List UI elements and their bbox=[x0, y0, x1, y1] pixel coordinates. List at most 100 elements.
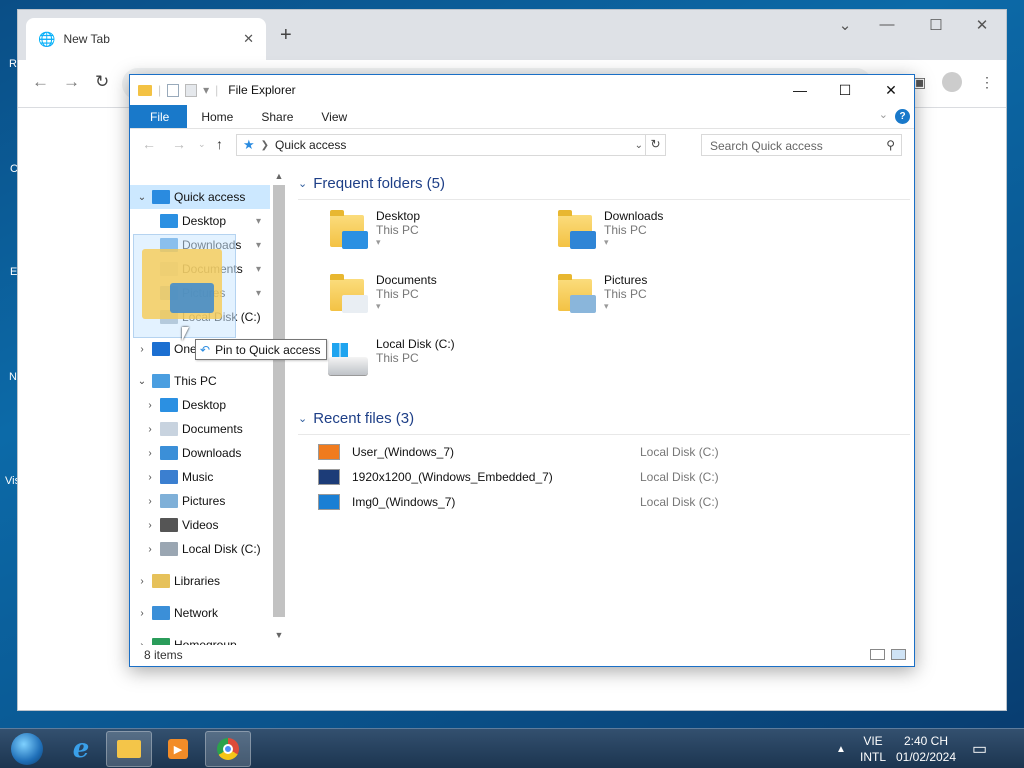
properties-icon[interactable] bbox=[167, 83, 180, 97]
chevron-right-icon[interactable]: › bbox=[136, 608, 148, 619]
recent-file-row[interactable]: 1920x1200_(Windows_Embedded_7) Local Disk… bbox=[318, 466, 898, 488]
sidebar-item[interactable]: › Pictures bbox=[130, 489, 225, 513]
chevron-right-icon[interactable]: › bbox=[144, 448, 156, 459]
tile-location: This PC bbox=[376, 351, 419, 365]
details-view-icon[interactable] bbox=[870, 649, 885, 660]
address-bar[interactable]: ★ ❯ Quick access ⌄ ↻ bbox=[236, 134, 666, 156]
navigation-bar: ← → ⌄ ↑ ★ ❯ Quick access ⌄ ↻ Search Quic… bbox=[130, 129, 914, 161]
sidebar-item-label: Quick access bbox=[174, 190, 246, 204]
scroll-down-icon[interactable]: ▼ bbox=[271, 630, 287, 640]
scrollbar-thumb[interactable] bbox=[273, 185, 285, 617]
sidebar-item[interactable]: › Videos bbox=[130, 513, 218, 537]
new-folder-icon[interactable] bbox=[185, 83, 198, 97]
breadcrumb-separator-icon[interactable]: ❯ bbox=[261, 140, 269, 151]
tab-home[interactable]: Home bbox=[187, 105, 247, 128]
sidebar-item[interactable]: › Libraries bbox=[130, 569, 220, 593]
sidebar-item[interactable]: ⌄ Quick access bbox=[130, 185, 270, 209]
taskbar-media-player[interactable]: ▶ bbox=[155, 731, 201, 767]
tab-title: New Tab bbox=[63, 32, 110, 46]
minimize-button[interactable]: — bbox=[777, 75, 823, 105]
maximize-button[interactable]: ☐ bbox=[921, 16, 951, 34]
forward-arrow-icon[interactable]: → bbox=[63, 72, 80, 92]
reload-icon[interactable]: ↻ bbox=[95, 72, 109, 92]
close-icon[interactable]: ✕ bbox=[243, 31, 254, 47]
back-arrow-icon[interactable]: ← bbox=[142, 136, 156, 152]
folder-tile[interactable]: Documents This PC ▾ bbox=[326, 273, 437, 315]
tab-search-icon[interactable]: ⌄ bbox=[830, 16, 860, 34]
show-hidden-icons-icon[interactable]: ▲ bbox=[836, 729, 846, 768]
taskbar-chrome[interactable] bbox=[205, 731, 251, 767]
mouse-cursor-icon bbox=[182, 327, 189, 341]
chevron-right-icon[interactable]: › bbox=[136, 344, 148, 355]
pin-icon: ▾ bbox=[256, 215, 262, 227]
recent-locations-icon[interactable]: ⌄ bbox=[198, 139, 206, 150]
chevron-right-icon[interactable]: › bbox=[144, 424, 156, 435]
search-icon: ⚲ bbox=[886, 138, 895, 152]
sidebar-item[interactable]: › Network bbox=[130, 601, 218, 625]
menu-icon[interactable]: ⋮ bbox=[980, 74, 994, 91]
new-tab-button[interactable]: + bbox=[280, 24, 292, 47]
chevron-right-icon[interactable]: › bbox=[144, 544, 156, 555]
tab-file[interactable]: File bbox=[130, 105, 188, 128]
clock[interactable]: 2:40 CH 01/02/2024 bbox=[894, 729, 958, 768]
browser-tab[interactable]: 🌐 New Tab ✕ bbox=[26, 18, 266, 60]
minimize-button[interactable]: — bbox=[872, 16, 902, 33]
folder-tile[interactable]: Downloads This PC ▾ bbox=[554, 209, 663, 251]
input-language[interactable]: VIE INTL bbox=[858, 729, 888, 768]
breadcrumb[interactable]: Quick access bbox=[275, 138, 346, 152]
folder-tile[interactable]: Pictures This PC ▾ bbox=[554, 273, 647, 315]
sidebar-item[interactable]: › Downloads bbox=[130, 441, 241, 465]
file-location: Local Disk (C:) bbox=[640, 445, 719, 459]
qat-dropdown-icon[interactable]: ▾ bbox=[203, 83, 209, 97]
internet-explorer-icon: e bbox=[72, 734, 90, 764]
refresh-icon[interactable]: ↻ bbox=[645, 134, 665, 156]
sidebar-item-label: Downloads bbox=[182, 446, 242, 460]
sidebar-item[interactable]: › Desktop bbox=[130, 393, 226, 417]
address-dropdown-icon[interactable]: ⌄ bbox=[635, 140, 643, 151]
close-button[interactable]: ✕ bbox=[967, 16, 997, 34]
sidebar-item[interactable]: › Music bbox=[130, 465, 213, 489]
recent-file-row[interactable]: User_(Windows_7) Local Disk (C:) bbox=[318, 441, 898, 463]
forward-arrow-icon[interactable]: → bbox=[172, 136, 186, 152]
help-icon[interactable]: ? bbox=[895, 109, 910, 124]
chevron-right-icon[interactable]: › bbox=[144, 472, 156, 483]
tab-share[interactable]: Share bbox=[247, 105, 307, 128]
folder-tile[interactable]: Desktop This PC ▾ bbox=[326, 209, 420, 251]
chevron-right-icon[interactable]: › bbox=[144, 496, 156, 507]
chevron-right-icon[interactable]: › bbox=[136, 576, 148, 587]
search-input[interactable]: Search Quick access ⚲ bbox=[701, 134, 902, 156]
chevron-right-icon[interactable]: › bbox=[144, 520, 156, 531]
action-center-icon[interactable]: ▭ bbox=[972, 729, 987, 768]
music-icon bbox=[160, 470, 178, 484]
profile-avatar[interactable] bbox=[942, 72, 962, 92]
sidebar-item[interactable]: Desktop ▾ bbox=[130, 209, 261, 233]
file-location: Local Disk (C:) bbox=[640, 495, 719, 509]
tab-view[interactable]: View bbox=[307, 105, 361, 128]
sidebar-item-label: Pictures bbox=[182, 494, 226, 508]
chevron-down-icon[interactable]: ⌄ bbox=[136, 376, 148, 387]
recent-files-header[interactable]: ⌄ Recent files (3) bbox=[298, 410, 910, 435]
chevron-down-icon[interactable]: ⌄ bbox=[136, 192, 148, 203]
back-arrow-icon[interactable]: ← bbox=[32, 72, 49, 92]
maximize-button[interactable]: ☐ bbox=[822, 75, 868, 105]
large-icons-view-icon[interactable] bbox=[891, 649, 906, 660]
scroll-up-icon[interactable]: ▲ bbox=[271, 171, 287, 181]
sidebar-item[interactable]: ⌄ This PC bbox=[130, 369, 217, 393]
up-arrow-icon[interactable]: ↑ bbox=[216, 136, 223, 152]
navigation-scrollbar[interactable]: ▲ ▼ bbox=[271, 167, 287, 645]
start-button[interactable] bbox=[4, 731, 50, 767]
chevron-down-icon[interactable]: ⌄ bbox=[879, 108, 888, 121]
folder-icon bbox=[554, 209, 596, 251]
taskbar-file-explorer[interactable] bbox=[106, 731, 152, 767]
sidebar-item[interactable]: › Local Disk (C:) bbox=[130, 537, 261, 561]
tile-name: Pictures bbox=[604, 273, 648, 287]
taskbar-internet-explorer[interactable]: e bbox=[58, 731, 104, 767]
sidebar-item[interactable]: › Documents bbox=[130, 417, 243, 441]
chevron-right-icon[interactable]: › bbox=[144, 400, 156, 411]
folder-tile[interactable]: Local Disk (C:) This PC bbox=[326, 337, 455, 379]
recent-file-row[interactable]: Img0_(Windows_7) Local Disk (C:) bbox=[318, 491, 898, 513]
close-button[interactable]: ✕ bbox=[868, 75, 914, 105]
sidebar-item-label: Music bbox=[182, 470, 214, 484]
frequent-folders-header[interactable]: ⌄ Frequent folders (5) bbox=[298, 175, 910, 200]
file-explorer-window: | ▾ | File Explorer — ☐ ✕ File Home Shar… bbox=[129, 74, 915, 667]
